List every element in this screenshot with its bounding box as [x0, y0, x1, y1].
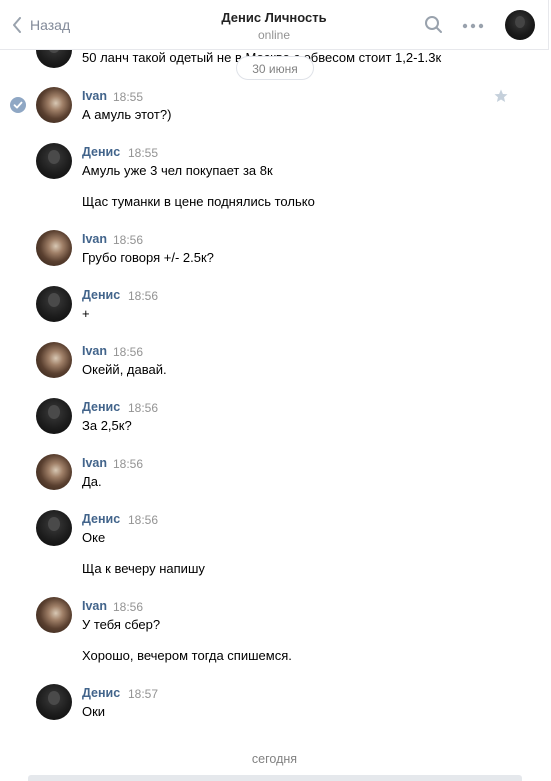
message-text: Оке: [82, 530, 106, 545]
avatar[interactable]: [36, 398, 72, 434]
message-author[interactable]: Денис: [82, 512, 120, 526]
star-icon[interactable]: [493, 88, 509, 104]
avatar[interactable]: [36, 230, 72, 266]
message-time[interactable]: 18:56: [113, 457, 143, 471]
message-author[interactable]: Ivan: [82, 344, 107, 358]
message-text: За 2,5к?: [82, 418, 132, 433]
message-author[interactable]: Денис: [82, 145, 120, 159]
today-separator: сегодня: [251, 752, 298, 766]
message-text: Хорошо, вечером тогда спишемся.: [82, 648, 292, 663]
message-time[interactable]: 18:56: [128, 513, 158, 527]
message-text: Щас туманки в цене поднялись только: [82, 194, 315, 209]
avatar[interactable]: [36, 143, 72, 179]
message-text: +: [82, 306, 90, 321]
avatar[interactable]: [36, 510, 72, 546]
message-text: У тебя сбер?: [82, 617, 161, 632]
message-author[interactable]: Денис: [82, 288, 120, 302]
message-time[interactable]: 18:56: [113, 233, 143, 247]
message-text: Ща к вечеру напишу: [82, 561, 205, 576]
message-time[interactable]: 18:56: [113, 345, 143, 359]
avatar[interactable]: [36, 597, 72, 633]
next-message-edge: [28, 775, 522, 781]
message-text: А амуль этот?): [82, 107, 172, 122]
date-separator: 30 июня: [236, 56, 314, 80]
avatar[interactable]: [36, 87, 72, 123]
message-time[interactable]: 18:55: [128, 146, 158, 160]
message-text: Амуль уже 3 чел покупает за 8к: [82, 163, 273, 178]
message-time[interactable]: 18:57: [128, 687, 158, 701]
message-author[interactable]: Ivan: [82, 232, 107, 246]
avatar[interactable]: [36, 342, 72, 378]
message-author[interactable]: Ivan: [82, 599, 107, 613]
message-author[interactable]: Денис: [82, 400, 120, 414]
header-avatar[interactable]: [505, 10, 535, 40]
chat-header: Назад Денис Личность online: [0, 0, 549, 50]
message-time[interactable]: 18:56: [128, 289, 158, 303]
avatar[interactable]: [36, 286, 72, 322]
message-author[interactable]: Ivan: [82, 456, 107, 470]
avatar[interactable]: [36, 684, 72, 720]
message-time[interactable]: 18:55: [113, 90, 143, 104]
message-time[interactable]: 18:56: [128, 401, 158, 415]
message-text: Оки: [82, 704, 106, 719]
message-author[interactable]: Денис: [82, 686, 120, 700]
more-icon[interactable]: [461, 19, 485, 31]
check-icon[interactable]: [10, 97, 26, 113]
message-text: Грубо говоря +/- 2.5к?: [82, 250, 214, 265]
message-author[interactable]: Ivan: [82, 89, 107, 103]
search-icon[interactable]: [424, 15, 444, 35]
message-text: Да.: [82, 474, 102, 489]
message-text: Окейй, давай.: [82, 362, 167, 377]
avatar[interactable]: [36, 454, 72, 490]
message-time[interactable]: 18:56: [113, 600, 143, 614]
